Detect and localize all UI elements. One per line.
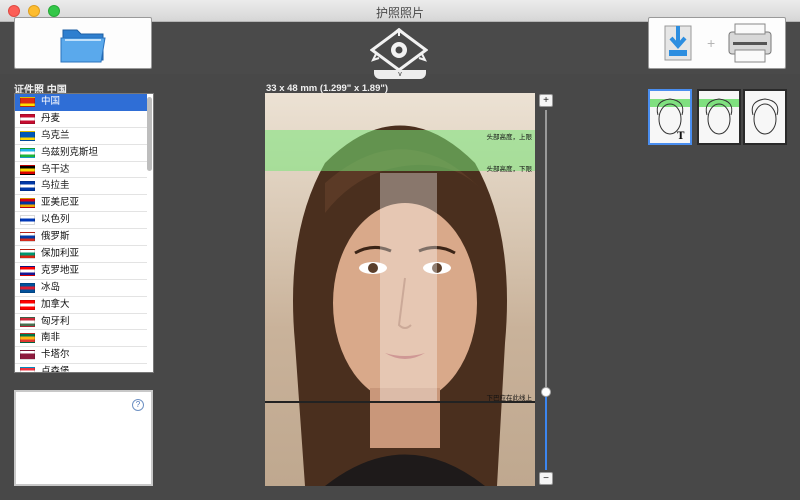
head-top-upper-label: 头部高度，上限 — [486, 134, 533, 141]
country-list-item[interactable]: 乌克兰 — [15, 128, 147, 145]
flag-icon — [20, 97, 35, 107]
country-list-item[interactable]: 乌干达 — [15, 162, 147, 179]
save-and-print-button[interactable]: + — [648, 17, 786, 69]
photo-canvas[interactable]: 头部高度，上限 头部高度，下限 下巴应在此线上 — [265, 93, 535, 486]
country-list-item[interactable]: 以色列 — [15, 212, 147, 230]
move-arrows-icon — [369, 27, 429, 72]
info-panel: ? — [14, 390, 153, 486]
country-list-item[interactable]: 乌拉圭 — [15, 178, 147, 196]
country-name: 乌干达 — [41, 163, 70, 175]
country-list-item[interactable]: 克罗地亚 — [15, 263, 147, 280]
svg-text:+: + — [707, 35, 715, 51]
help-button[interactable]: ? — [132, 399, 144, 411]
country-list-item[interactable]: 亚美尼亚 — [15, 195, 147, 213]
face-center-guide — [380, 173, 437, 401]
country-name: 卡塔尔 — [41, 349, 70, 361]
move-dropdown-toggle[interactable]: v — [374, 70, 426, 79]
folder-icon — [60, 29, 106, 63]
country-name: 乌克兰 — [41, 129, 70, 141]
country-list-item[interactable]: 冰岛 — [15, 280, 147, 297]
country-name: 中国 — [41, 96, 61, 107]
country-list-item[interactable]: 卢森堡 — [15, 364, 147, 373]
country-name: 亚美尼亚 — [41, 197, 80, 209]
template-face-plain[interactable] — [743, 89, 787, 145]
face-template-icon: T — [650, 98, 690, 142]
flag-icon — [20, 299, 35, 310]
chin-guide-line[interactable] — [265, 401, 535, 403]
country-list-item[interactable]: 匈牙利 — [15, 314, 147, 331]
flag-icon — [20, 249, 35, 260]
flag-icon — [20, 181, 35, 192]
country-name: 南非 — [41, 332, 61, 344]
country-list[interactable]: 中国丹麦乌克兰乌兹别克斯坦 乌干达乌拉圭亚美尼亚以色列俄罗斯保加利亚克罗地亚冰岛加… — [14, 93, 154, 373]
country-list-scrollbar[interactable] — [147, 97, 152, 171]
country-name: 丹麦 — [41, 112, 61, 124]
open-photo-button[interactable] — [14, 17, 152, 69]
country-name: 俄罗斯 — [41, 231, 70, 243]
flag-icon — [20, 367, 35, 372]
country-list-item[interactable]: 南非 — [15, 330, 147, 348]
face-template-icon — [751, 98, 779, 135]
template-face-guide[interactable] — [697, 89, 741, 145]
country-name: 保加利亚 — [41, 248, 80, 260]
country-name: 卢森堡 — [41, 366, 70, 373]
country-list-item[interactable]: 丹麦 — [15, 111, 147, 128]
country-name: 乌兹别克斯坦 — [41, 146, 99, 158]
flag-icon — [20, 113, 35, 124]
flag-icon — [20, 333, 35, 344]
country-list-item[interactable]: 加拿大 — [15, 297, 147, 314]
flag-icon — [20, 130, 35, 141]
flag-icon — [20, 282, 35, 293]
country-list-item[interactable]: 保加利亚 — [15, 246, 147, 263]
head-top-lower-label: 头部高度，下限 — [486, 166, 533, 173]
face-template-icon — [699, 98, 739, 135]
save-print-icon: + — [664, 23, 772, 63]
flag-icon — [20, 198, 35, 209]
flag-icon — [20, 350, 35, 361]
flag-icon — [20, 164, 35, 175]
country-name: 加拿大 — [41, 298, 70, 310]
zoom-in-button[interactable]: + — [539, 94, 553, 107]
country-list-item[interactable]: 卡塔尔 — [15, 347, 147, 365]
country-name: 冰岛 — [41, 281, 61, 293]
zoom-slider-knob[interactable] — [541, 387, 551, 398]
zoom-slider-fill — [545, 392, 547, 470]
country-name: 乌拉圭 — [41, 180, 70, 192]
zoom-out-button[interactable]: − — [539, 472, 553, 485]
country-name: 匈牙利 — [41, 315, 70, 327]
svg-text:T: T — [677, 131, 685, 142]
flag-icon — [20, 232, 35, 243]
country-list-item[interactable]: 中国 — [15, 94, 147, 111]
country-name: 以色列 — [41, 214, 70, 226]
country-name: 克罗地亚 — [41, 264, 80, 276]
country-list-item[interactable]: 俄罗斯 — [15, 229, 147, 247]
move-photo-control[interactable] — [369, 27, 429, 72]
country-list-item[interactable]: 乌兹别克斯坦 — [15, 145, 147, 162]
flag-icon — [20, 147, 35, 158]
app-window: 护照照片 v + 证件照 中国 中国 丹麦 乌克兰 乌兹别克斯坦 乌干达 乌拉圭… — [0, 0, 800, 500]
template-face-guide-text[interactable]: T — [648, 89, 692, 145]
flag-icon — [20, 316, 35, 327]
flag-icon — [20, 215, 35, 226]
flag-icon — [20, 265, 35, 276]
